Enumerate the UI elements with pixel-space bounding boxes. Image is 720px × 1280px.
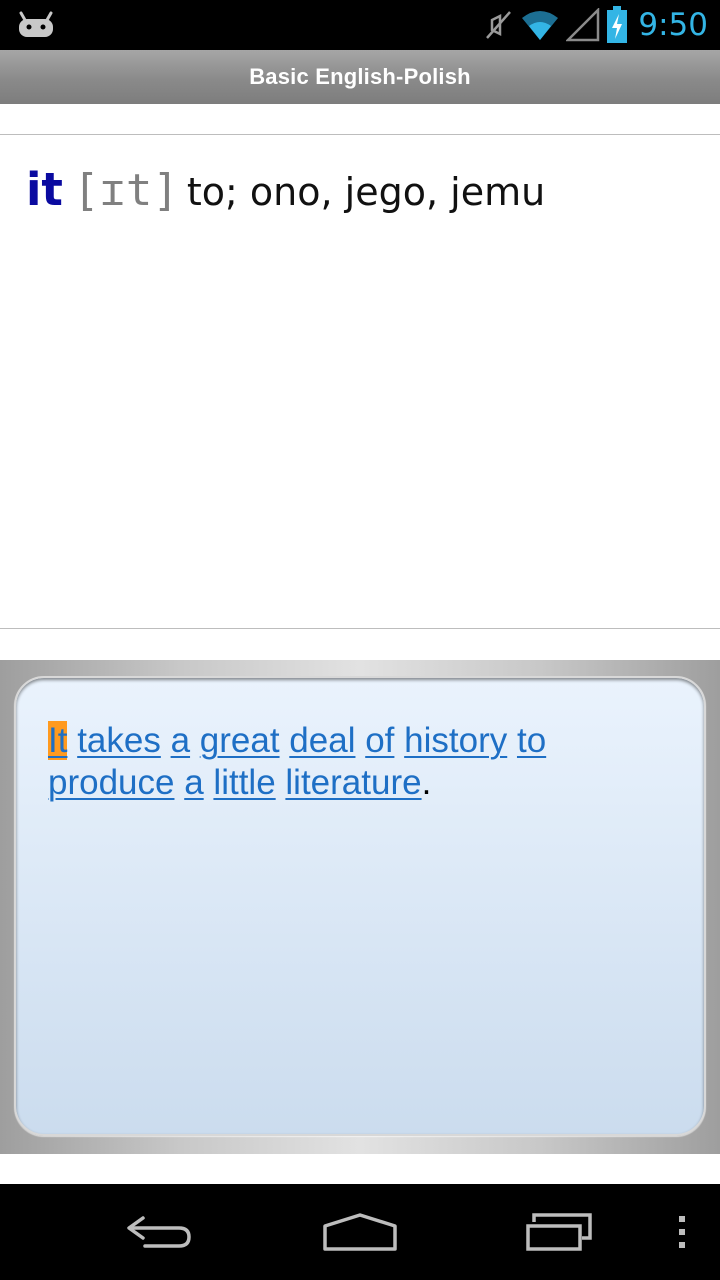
status-icons: 9:50 xyxy=(478,0,708,50)
app-title: Basic English-Polish xyxy=(249,64,471,89)
example-word-link[interactable]: produce xyxy=(48,763,174,802)
example-word-link[interactable]: literature xyxy=(285,763,421,802)
example-word-link[interactable]: little xyxy=(213,763,275,802)
home-icon xyxy=(323,1213,397,1251)
example-word-link[interactable]: deal xyxy=(289,721,355,760)
example-word-link[interactable]: a xyxy=(171,721,190,760)
home-button[interactable] xyxy=(300,1184,420,1280)
example-word-link[interactable]: a xyxy=(184,763,203,802)
example-word-link[interactable]: history xyxy=(404,721,507,760)
example-card: It takes a great deal of history to prod… xyxy=(14,676,706,1136)
example-word-link[interactable]: It xyxy=(48,721,68,760)
example-word-link[interactable]: of xyxy=(365,721,394,760)
mute-icon xyxy=(486,11,512,39)
status-bar: 9:50 xyxy=(0,0,720,50)
example-word-link[interactable]: to xyxy=(517,721,546,760)
example-frame: It takes a great deal of history to prod… xyxy=(0,660,720,1154)
wifi-icon xyxy=(522,11,559,40)
overflow-menu-icon xyxy=(679,1216,685,1248)
dictionary-entry: it [ɪt] to; ono, jego, jemu xyxy=(26,160,545,230)
entry-divider-top xyxy=(0,134,720,135)
pronunciation: [ɪt] xyxy=(72,165,179,216)
recent-apps-button[interactable] xyxy=(500,1184,620,1280)
translation: to; ono, jego, jemu xyxy=(186,170,546,214)
signal-icon xyxy=(566,8,600,42)
back-button[interactable] xyxy=(100,1184,220,1280)
example-word-link[interactable]: takes xyxy=(77,721,161,760)
sentence-period: . xyxy=(421,763,432,802)
status-clock: 9:50 xyxy=(638,7,708,43)
overflow-menu-button[interactable] xyxy=(660,1184,704,1280)
headword: it xyxy=(26,163,63,216)
android-debug-icon xyxy=(19,11,53,37)
recent-apps-icon xyxy=(526,1213,592,1251)
battery-charging-icon xyxy=(607,6,628,43)
example-word-link[interactable]: great xyxy=(200,721,280,760)
example-sentence: It takes a great deal of history to prod… xyxy=(48,720,668,804)
navigation-bar xyxy=(0,1184,720,1280)
back-icon xyxy=(127,1216,191,1248)
title-bar: Basic English-Polish xyxy=(0,50,720,104)
entry-divider-bottom xyxy=(0,628,720,629)
